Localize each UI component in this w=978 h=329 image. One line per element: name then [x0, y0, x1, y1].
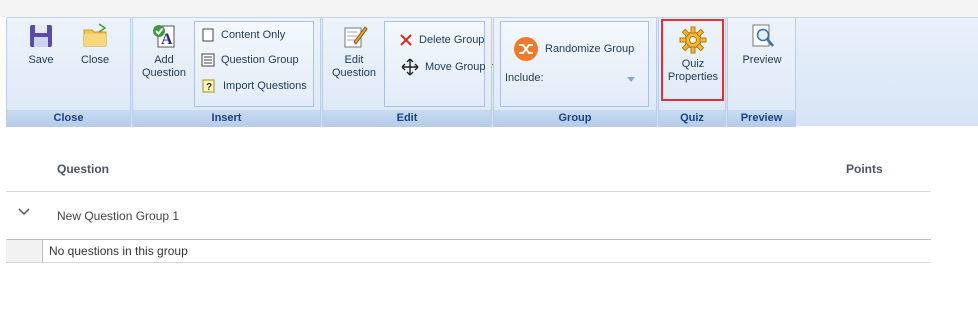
question-group-label: Question Group: [221, 54, 299, 66]
shuffle-icon: [514, 37, 538, 61]
randomize-group-button[interactable]: Randomize Group: [513, 36, 634, 62]
import-icon: ?: [202, 79, 215, 93]
add-question-icon: A: [153, 25, 175, 48]
ribbon-group-edit: Edit Question Delete Group Move Group Ed…: [322, 18, 501, 127]
close-button[interactable]: Close: [73, 22, 117, 67]
import-questions-button[interactable]: ? Import Questions: [201, 77, 307, 95]
content-only-label: Content Only: [221, 29, 286, 41]
ribbon-group-preview: Preview Preview: [727, 18, 796, 127]
preview-button[interactable]: Preview: [735, 22, 789, 67]
group-label-close: Close: [7, 110, 130, 126]
empty-group-cell: No questions in this group: [42, 240, 931, 262]
save-icon: [30, 25, 52, 47]
ribbon-group-group: Randomize Group Include: Group: [493, 18, 657, 127]
delete-icon: [400, 34, 412, 46]
import-questions-label: Import Questions: [223, 80, 307, 92]
question-group-button[interactable]: Question Group: [201, 51, 299, 69]
delete-group-label: Delete Group: [419, 34, 485, 46]
move-icon: [401, 58, 419, 76]
folder-icon: [83, 23, 107, 47]
add-question-button[interactable]: A Add Question: [139, 22, 189, 80]
group-label-edit: Edit: [323, 110, 491, 126]
list-icon: [201, 53, 215, 67]
save-label: Save: [28, 54, 54, 66]
preview-label: Preview: [742, 54, 782, 66]
empty-group-row: No questions in this group: [6, 240, 931, 263]
add-question-label-1: Add: [154, 54, 174, 66]
header-points: Points: [846, 162, 883, 176]
close-label: Close: [80, 54, 110, 66]
include-label: Include:: [505, 72, 544, 84]
questions-table-header: Question Points: [6, 150, 931, 192]
ribbon-group-quiz: Quiz Properties Quiz: [658, 18, 726, 127]
add-question-label-2: Question: [141, 67, 187, 79]
ribbon-group-close: Save Close Close: [6, 18, 131, 127]
edit-icon: [344, 26, 368, 48]
svg-text:?: ?: [206, 82, 212, 93]
move-group-label: Move Group: [425, 61, 486, 73]
ribbon-toolbar: Save Close Close A Add Question Content …: [6, 17, 978, 127]
move-group-button[interactable]: Move Group: [401, 58, 501, 76]
group-label-quiz: Quiz: [659, 110, 725, 126]
question-group-name: New Question Group 1: [57, 209, 180, 223]
group-label-group: Group: [494, 110, 656, 126]
insert-panel: Content Only Question Group ? Import Que…: [194, 21, 314, 107]
chevron-down-icon[interactable]: [18, 208, 30, 216]
top-strip: [0, 0, 978, 17]
highlight-box: [661, 19, 724, 101]
save-button[interactable]: Save: [21, 22, 61, 67]
delete-group-button[interactable]: Delete Group: [399, 31, 484, 49]
empty-group-text: No questions in this group: [49, 244, 188, 258]
chevron-down-icon: [627, 77, 635, 82]
group-label-preview: Preview: [728, 110, 795, 126]
edit-question-label-2: Question: [331, 67, 377, 79]
content-only-button[interactable]: Content Only: [201, 26, 285, 44]
ribbon-group-insert: A Add Question Content Only Question Gro…: [132, 18, 321, 127]
randomize-group-label: Randomize Group: [545, 43, 635, 55]
header-question: Question: [57, 162, 110, 176]
group-label-insert: Insert: [133, 110, 320, 126]
include-select[interactable]: Include:: [505, 72, 640, 88]
edit-question-button[interactable]: Edit Question: [329, 22, 379, 80]
preview-icon: [752, 24, 774, 47]
question-group-row[interactable]: New Question Group 1: [6, 192, 931, 240]
document-icon: [202, 28, 214, 42]
group-panel: Randomize Group Include:: [500, 21, 649, 107]
edit-question-label-1: Edit: [344, 54, 364, 66]
